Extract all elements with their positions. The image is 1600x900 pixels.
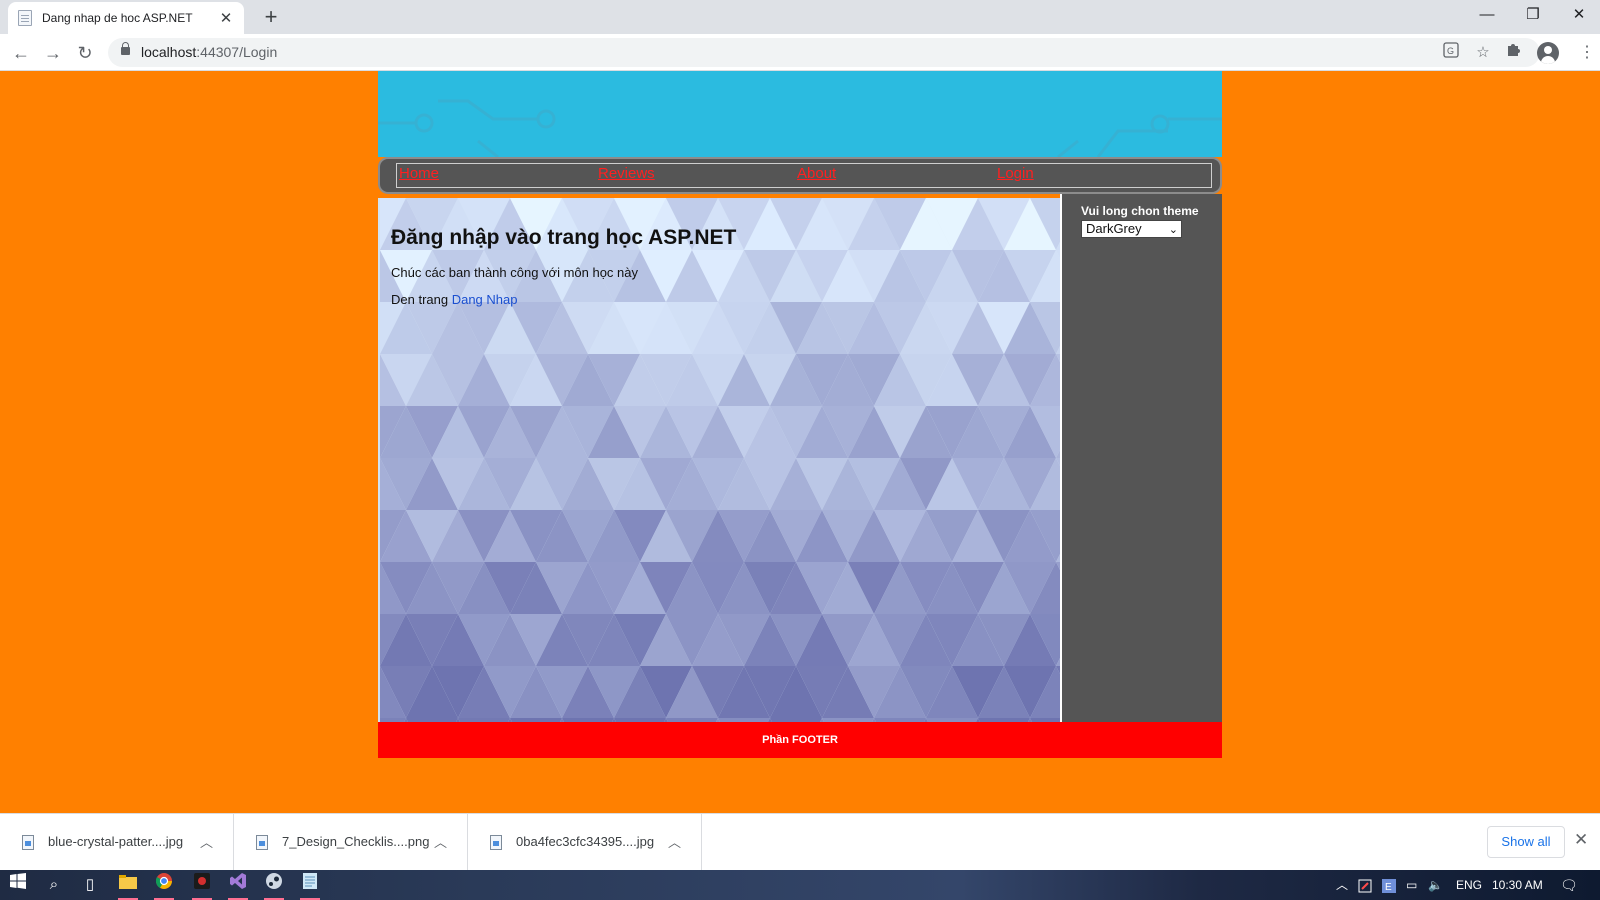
- visual-studio-icon[interactable]: [220, 870, 256, 900]
- task-view-icon[interactable]: ▯: [72, 870, 108, 900]
- chrome-icon[interactable]: [146, 870, 182, 900]
- extensions-puzzle-icon[interactable]: [1500, 40, 1526, 66]
- browser-tab-strip: Dang nhap de hoc ASP.NET ✕ + — ❐ ✕: [0, 0, 1600, 34]
- header-banner: [378, 71, 1222, 157]
- page-footer: Phần FOOTER: [378, 722, 1222, 758]
- windows-taskbar: ⌕ ▯ ︿ E ▭ 🔈 ENG 10:30 AM 🗨: [0, 870, 1600, 900]
- url-text[interactable]: localhost:44307/Login: [141, 44, 277, 60]
- download-bar: blue-crystal-patter....jpg ︿ 7_Design_Ch…: [0, 813, 1600, 871]
- lock-icon[interactable]: [121, 42, 130, 55]
- tab-close-icon[interactable]: ✕: [218, 9, 234, 27]
- show-all-button[interactable]: Show all: [1487, 826, 1565, 858]
- main-navbar: Home Reviews About Login: [378, 157, 1222, 194]
- reload-button[interactable]: ↻: [72, 40, 98, 66]
- file-explorer-icon[interactable]: [110, 870, 146, 900]
- circuit-decoration: [378, 99, 1222, 157]
- navbar-inner: Home Reviews About Login: [396, 163, 1212, 188]
- chevron-up-icon[interactable]: ︿: [434, 832, 447, 851]
- minimize-button[interactable]: —: [1464, 0, 1510, 30]
- volume-muted-icon[interactable]: 🔈: [1428, 870, 1443, 900]
- nav-link-about[interactable]: About: [797, 165, 836, 182]
- page-viewport: Home Reviews About Login Đăng nhập vào t…: [0, 71, 1600, 813]
- address-bar[interactable]: localhost:44307/Login G ☆: [108, 38, 1540, 67]
- download-item[interactable]: 0ba4fec3cfc34395....jpg ︿: [468, 814, 702, 871]
- new-tab-button[interactable]: +: [258, 4, 284, 30]
- image-file-icon: [256, 835, 268, 850]
- restore-button[interactable]: ❐: [1510, 0, 1556, 30]
- welcome-text: Chúc các ban thành công với môn học này: [391, 265, 639, 280]
- keyboard-tray-icon[interactable]: E: [1382, 870, 1396, 900]
- antivirus-tray-icon[interactable]: [1358, 870, 1372, 900]
- profile-avatar-icon[interactable]: [1537, 42, 1559, 64]
- svg-text:E: E: [1385, 882, 1392, 893]
- tab-title: Dang nhap de hoc ASP.NET: [42, 11, 193, 25]
- browser-toolbar: ← → ↻ localhost:44307/Login G ☆ ⋮: [0, 34, 1600, 71]
- network-icon[interactable]: ▭: [1406, 870, 1417, 900]
- chevron-up-icon[interactable]: ︿: [668, 832, 681, 851]
- download-bar-close-icon[interactable]: ✕: [1574, 830, 1588, 850]
- nav-link-login[interactable]: Login: [997, 165, 1034, 182]
- svg-text:G: G: [1447, 46, 1454, 56]
- login-link-prefix: Den trang: [391, 292, 452, 307]
- site-container: Home Reviews About Login Đăng nhập vào t…: [378, 71, 1222, 758]
- notepad-icon[interactable]: [292, 870, 328, 900]
- download-filename: 7_Design_Checklis....png: [282, 834, 430, 849]
- show-hidden-icons-icon[interactable]: ︿: [1336, 870, 1348, 900]
- language-indicator[interactable]: ENG: [1456, 870, 1482, 900]
- image-file-icon: [490, 835, 502, 850]
- nav-link-home[interactable]: Home: [399, 165, 439, 182]
- theme-label: Vui long chon theme: [1081, 204, 1199, 218]
- translate-icon[interactable]: G: [1440, 42, 1462, 64]
- download-item[interactable]: blue-crystal-patter....jpg ︿: [0, 814, 234, 871]
- download-filename: 0ba4fec3cfc34395....jpg: [516, 834, 655, 849]
- window-close-button[interactable]: ✕: [1556, 0, 1600, 30]
- clock[interactable]: 10:30 AM: [1492, 870, 1543, 900]
- page-favicon-icon: [18, 10, 32, 26]
- login-link[interactable]: Dang Nhap: [452, 292, 518, 307]
- main-content: Đăng nhập vào trang học ASP.NET Chúc các…: [378, 198, 1060, 722]
- sidebar: Vui long chon theme DarkGrey ⌄: [1060, 194, 1222, 722]
- download-item[interactable]: 7_Design_Checklis....png ︿: [234, 814, 468, 871]
- bookmark-star-icon[interactable]: ☆: [1472, 42, 1494, 64]
- forward-button[interactable]: →: [40, 40, 66, 66]
- chevron-up-icon[interactable]: ︿: [200, 832, 213, 851]
- theme-select[interactable]: DarkGrey ⌄: [1081, 220, 1182, 238]
- download-filename: blue-crystal-patter....jpg: [48, 834, 184, 849]
- back-button[interactable]: ←: [8, 40, 34, 66]
- media-app-icon[interactable]: [184, 870, 220, 900]
- search-icon[interactable]: ⌕: [36, 870, 72, 900]
- browser-tab[interactable]: Dang nhap de hoc ASP.NET ✕: [8, 2, 244, 34]
- theme-select-value: DarkGrey: [1086, 221, 1142, 236]
- login-link-paragraph: Den trang Dang Nhap: [391, 292, 517, 307]
- menu-kebab-icon[interactable]: ⋮: [1574, 40, 1600, 66]
- windows-start-icon[interactable]: [0, 870, 36, 900]
- page-heading: Đăng nhập vào trang học ASP.NET: [391, 226, 737, 249]
- steam-icon[interactable]: [256, 870, 292, 900]
- notifications-icon[interactable]: 🗨: [1560, 870, 1578, 900]
- nav-link-reviews[interactable]: Reviews: [598, 165, 655, 182]
- chevron-down-icon: ⌄: [1168, 224, 1178, 236]
- image-file-icon: [22, 835, 34, 850]
